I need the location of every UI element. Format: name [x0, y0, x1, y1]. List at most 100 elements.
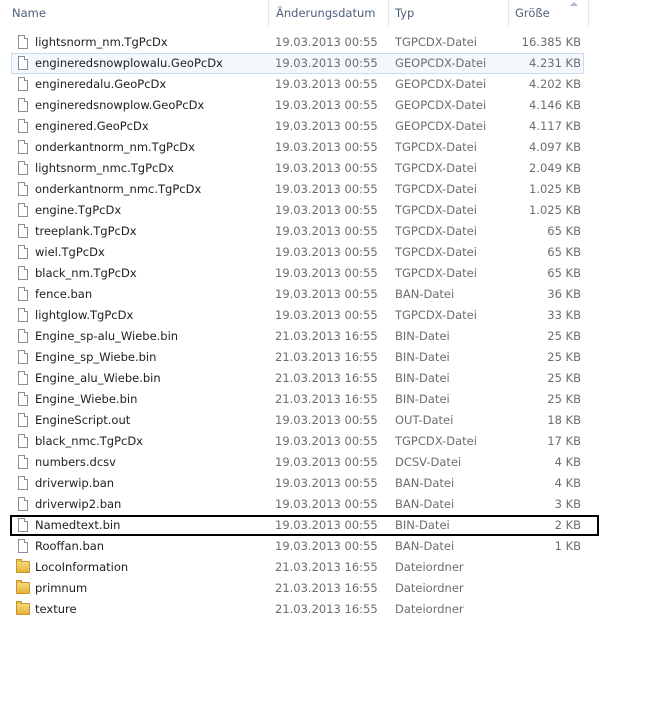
file-name: lightsnorm_nmc.TgPcDx: [35, 161, 174, 175]
file-type: DCSV-Datei: [395, 455, 462, 469]
file-size: 4.097 KB: [528, 140, 581, 154]
modified-date: 19.03.2013 00:55: [275, 140, 378, 154]
file-size: 4.231 KB: [528, 56, 581, 70]
modified-date: 19.03.2013 00:55: [275, 308, 378, 322]
file-row[interactable]: lightglow.TgPcDx 19.03.2013 00:55 TGPCDX-D…: [0, 305, 659, 326]
file-size: 16.385 KB: [521, 35, 581, 49]
modified-date: 19.03.2013 00:55: [275, 182, 378, 196]
file-icon: [18, 434, 28, 448]
column-header-date[interactable]: Änderungsdatum: [270, 0, 386, 26]
file-row[interactable]: engineredalu.GeoPcDx 19.03.2013 00:55 GEOP…: [0, 74, 659, 95]
icon-cell: [16, 494, 30, 515]
icon-cell: [16, 263, 30, 284]
file-name: onderkantnorm_nm.TgPcDx: [35, 140, 195, 154]
file-row[interactable]: enginered.GeoPcDx 19.03.2013 00:55 GEOPCDX…: [0, 116, 659, 137]
file-size: 65 KB: [547, 245, 581, 259]
file-row[interactable]: engineredsnowplow.GeoPcDx 19.03.2013 00:5…: [0, 95, 659, 116]
column-divider[interactable]: [588, 0, 589, 26]
file-row[interactable]: onderkantnorm_nm.TgPcDx 19.03.2013 00:55 T…: [0, 137, 659, 158]
file-icon: [18, 371, 28, 385]
file-type: Dateiordner: [395, 602, 464, 616]
file-icon: [18, 98, 28, 112]
file-name: texture: [35, 602, 77, 616]
file-row[interactable]: black_nm.TgPcDx 19.03.2013 00:55 TGPCDX-Da…: [0, 263, 659, 284]
modified-date: 19.03.2013 00:55: [275, 203, 378, 217]
file-icon: [18, 518, 28, 532]
folder-row[interactable]: texture 21.03.2013 16:55 Dateiordner: [0, 599, 659, 620]
file-row[interactable]: lightsnorm_nm.TgPcDx 19.03.2013 00:55 TGPC…: [0, 32, 659, 53]
file-name: Engine_sp_Wiebe.bin: [35, 350, 157, 364]
file-size: 4.117 KB: [528, 119, 581, 133]
file-row[interactable]: engine.TgPcDx 19.03.2013 00:55 TGPCDX-Date…: [0, 200, 659, 221]
file-type: TGPCDX-Datei: [395, 308, 477, 322]
file-name: engineredsnowplowalu.GeoPcDx: [35, 56, 223, 70]
file-row[interactable]: onderkantnorm_nmc.TgPcDx 19.03.2013 00:55…: [0, 179, 659, 200]
file-icon: [18, 56, 28, 70]
file-size: 4 KB: [554, 476, 581, 490]
file-size: [500, 557, 581, 578]
file-size: [500, 578, 581, 599]
file-row[interactable]: fence.ban 19.03.2013 00:55 BAN-Datei 36 KB: [0, 284, 659, 305]
folder-row[interactable]: LocoInformation 21.03.2013 16:55 Dateiordn…: [0, 557, 659, 578]
file-row[interactable]: Engine_Wiebe.bin 21.03.2013 16:55 BIN-Date…: [0, 389, 659, 410]
file-row[interactable]: engineredsnowplowalu.GeoPcDx 19.03.2013 0…: [11, 53, 584, 74]
file-name: numbers.dcsv: [35, 455, 116, 469]
file-icon: [18, 245, 28, 259]
column-header-name[interactable]: Name: [6, 0, 268, 26]
file-name: lightsnorm_nm.TgPcDx: [35, 35, 168, 49]
file-row[interactable]: Namedtext.bin 19.03.2013 00:55 BIN-Datei 2 …: [10, 515, 599, 536]
file-icon: [18, 224, 28, 238]
modified-date: 19.03.2013 00:55: [275, 287, 378, 301]
folder-row[interactable]: primnum 21.03.2013 16:55 Dateiordner: [0, 578, 659, 599]
file-icon: [18, 203, 28, 217]
folder-icon: [16, 601, 30, 615]
file-size: 25 KB: [547, 392, 581, 406]
file-name: Engine_Wiebe.bin: [35, 392, 138, 406]
icon-cell: [16, 95, 30, 116]
file-type: TGPCDX-Datei: [395, 35, 477, 49]
modified-date: 19.03.2013 00:55: [275, 245, 378, 259]
file-type: TGPCDX-Datei: [395, 266, 477, 280]
file-type: BAN-Datei: [395, 287, 455, 301]
file-size: 4 KB: [554, 455, 581, 469]
file-row[interactable]: numbers.dcsv 19.03.2013 00:55 DCSV-Datei 4 …: [0, 452, 659, 473]
file-row[interactable]: treeplank.TgPcDx 19.03.2013 00:55 TGPCDX-D…: [0, 221, 659, 242]
file-row[interactable]: Engine_alu_Wiebe.bin 21.03.2013 16:55 BIN-…: [0, 368, 659, 389]
file-name: engineredalu.GeoPcDx: [35, 77, 167, 91]
file-row[interactable]: black_nmc.TgPcDx 19.03.2013 00:55 TGPCDX-D…: [0, 431, 659, 452]
file-type: BIN-Datei: [395, 329, 450, 343]
file-row[interactable]: wiel.TgPcDx 19.03.2013 00:55 TGPCDX-Datei 6…: [0, 242, 659, 263]
file-type: Dateiordner: [395, 560, 464, 574]
file-name: Engine_alu_Wiebe.bin: [35, 371, 161, 385]
file-icon: [18, 329, 28, 343]
file-row[interactable]: Engine_sp_Wiebe.bin 21.03.2013 16:55 BIN-D…: [0, 347, 659, 368]
file-size: 18 KB: [547, 413, 581, 427]
file-size: 1 KB: [554, 539, 581, 553]
file-row[interactable]: driverwip2.ban 19.03.2013 00:55 BAN-Datei 3…: [0, 494, 659, 515]
file-type: TGPCDX-Datei: [395, 161, 477, 175]
column-divider[interactable]: [268, 0, 269, 26]
file-row[interactable]: Rooffan.ban 19.03.2013 00:55 BAN-Datei 1 KB: [0, 536, 659, 557]
file-type: GEOPCDX-Datei: [395, 56, 487, 70]
modified-date: 19.03.2013 00:55: [275, 518, 378, 532]
icon-cell: [16, 284, 30, 305]
column-header-bar: Name Änderungsdatum Typ Größe: [0, 0, 659, 26]
file-row[interactable]: Engine_sp-alu_Wiebe.bin 21.03.2013 16:55 B…: [0, 326, 659, 347]
file-type: GEOPCDX-Datei: [395, 77, 487, 91]
column-header-type[interactable]: Typ: [389, 0, 507, 26]
file-size: 33 KB: [547, 308, 581, 322]
file-name: lightglow.TgPcDx: [35, 308, 134, 322]
file-row[interactable]: driverwip.ban 19.03.2013 00:55 BAN-Datei 4 …: [0, 473, 659, 494]
sort-ascending-icon: [570, 2, 578, 6]
icon-cell: [16, 179, 30, 200]
file-size: 4.146 KB: [528, 98, 581, 112]
modified-date: 21.03.2013 16:55: [275, 392, 378, 406]
file-row[interactable]: lightsnorm_nmc.TgPcDx 19.03.2013 00:55 TGP…: [0, 158, 659, 179]
file-row[interactable]: EngineScript.out 19.03.2013 00:55 OUT-Date…: [0, 410, 659, 431]
modified-date: 19.03.2013 00:55: [275, 434, 378, 448]
icon-cell: [16, 137, 30, 158]
icon-cell: [16, 578, 30, 599]
file-type: BAN-Datei: [395, 476, 455, 490]
modified-date: 19.03.2013 00:55: [275, 413, 378, 427]
file-type: BIN-Datei: [395, 518, 450, 532]
